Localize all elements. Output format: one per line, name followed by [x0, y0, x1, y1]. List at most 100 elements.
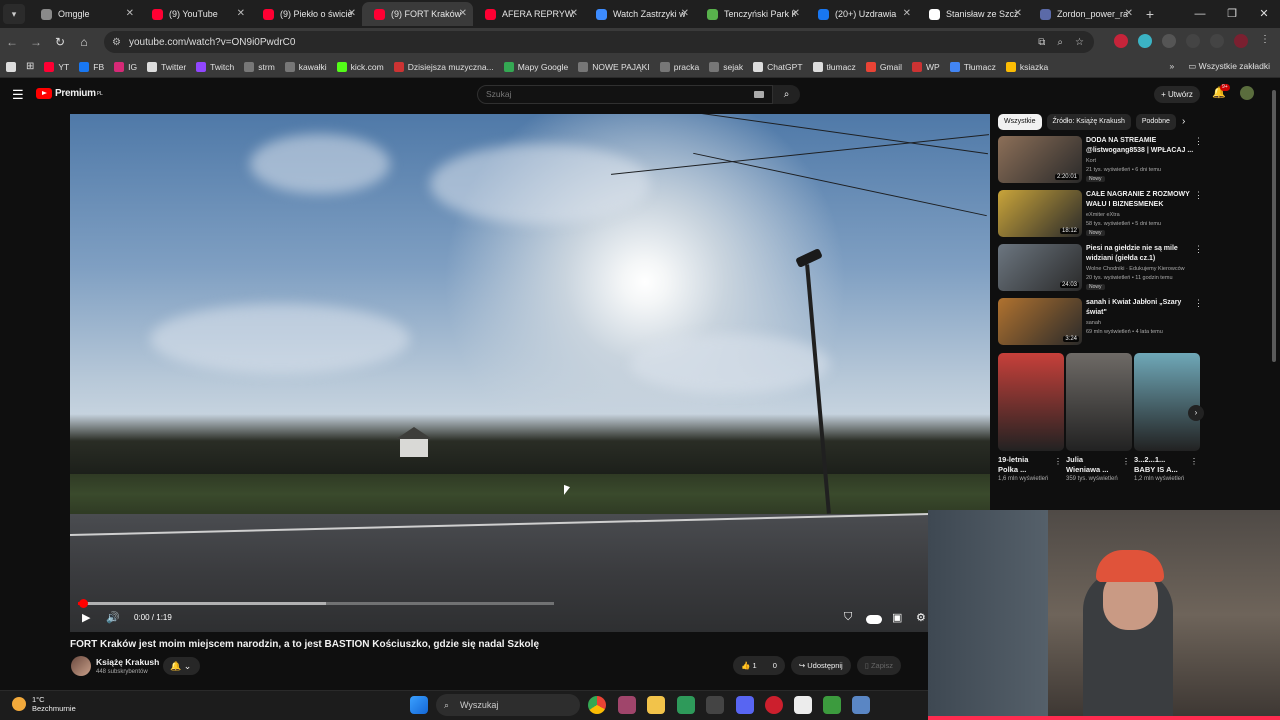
home-icon[interactable]: ⌂	[72, 35, 96, 49]
browser-tab[interactable]: (9) YouTube ✕	[140, 2, 251, 26]
file-explorer-icon[interactable]	[647, 696, 665, 714]
back-icon[interactable]: ←	[0, 35, 24, 49]
media-icon[interactable]	[1210, 34, 1224, 48]
bookmark-item[interactable]: pracka	[659, 61, 699, 72]
play-icon[interactable]: ▶	[82, 611, 90, 624]
bookmark-item[interactable]: Tłumacz	[949, 61, 996, 72]
extension-icon[interactable]	[1138, 34, 1152, 48]
bookmark-item[interactable]: WP	[912, 61, 940, 72]
more-options-icon[interactable]: ⋮	[1194, 136, 1203, 147]
tab-close-icon[interactable]: ✕	[348, 8, 356, 19]
opera-icon[interactable]	[765, 696, 783, 714]
dislike-button[interactable]: 0	[773, 661, 777, 670]
app-icon[interactable]	[823, 696, 841, 714]
forward-icon[interactable]: →	[24, 35, 48, 49]
bookmark-item[interactable]: ksiazka	[1005, 61, 1048, 72]
browser-tab[interactable]: Zordon_power_ra ✕	[1028, 2, 1139, 26]
photos-app-icon[interactable]	[618, 696, 636, 714]
more-options-icon[interactable]: ⋮	[1122, 457, 1130, 466]
autoplay-toggle[interactable]	[866, 615, 882, 624]
bookmark-item[interactable]: sejak	[709, 61, 743, 72]
tab-close-icon[interactable]: ✕	[570, 8, 578, 19]
tab-close-icon[interactable]: ✕	[903, 8, 911, 19]
browser-tab[interactable]: Watch Zastrzyki w ✕	[584, 2, 695, 26]
tab-close-icon[interactable]: ✕	[792, 8, 800, 19]
taskbar-search-input[interactable]: ⌕ Wyszukaj	[436, 694, 580, 716]
extension-icon[interactable]	[1162, 34, 1176, 48]
recommended-channel[interactable]: sanah	[1086, 320, 1101, 326]
bookmark-item[interactable]: FB	[79, 61, 104, 72]
minimize-icon[interactable]: —	[1184, 0, 1216, 28]
recommended-video[interactable]: 18:12 CAŁE NAGRANIE Z ROZMOWY WAŁU I BIZN…	[998, 190, 1203, 240]
save-button[interactable]: ▯ Zapisz	[856, 656, 902, 675]
profile-icon[interactable]	[1234, 34, 1248, 48]
windows-start-icon[interactable]	[410, 696, 428, 714]
video-thumbnail[interactable]: 24:03	[998, 244, 1082, 291]
video-thumbnail[interactable]: 2:20:01	[998, 136, 1082, 183]
search-button[interactable]: ⌕	[773, 85, 800, 104]
short-item[interactable]: 19-letnia Polka ... 1,6 mln wyświetleń ⋮	[998, 353, 1064, 483]
short-thumbnail[interactable]	[998, 353, 1064, 451]
sidebar-toggle-icon[interactable]	[6, 61, 16, 72]
tab-close-icon[interactable]: ✕	[681, 8, 689, 19]
zoom-icon[interactable]: ⌕	[1057, 37, 1063, 48]
recommended-title[interactable]: Piesi na giełdzie nie są mile widziani (…	[1086, 244, 1194, 263]
weather-widget[interactable]: 1°C Bezchmurnie	[12, 695, 76, 713]
channel-name[interactable]: Książę Krakush	[96, 657, 159, 667]
recommended-channel[interactable]: Kort	[1086, 158, 1096, 164]
record-extension-icon[interactable]	[1114, 34, 1128, 48]
tab-close-icon[interactable]: ✕	[126, 8, 134, 19]
recommended-video[interactable]: 3:24 sanah i Kwiat Jabłoni „Szary świat" s…	[998, 298, 1203, 348]
video-thumbnail[interactable]: 18:12	[998, 190, 1082, 237]
tab-close-icon[interactable]: ✕	[1014, 8, 1022, 19]
calculator-icon[interactable]	[852, 696, 870, 714]
short-thumbnail[interactable]	[1066, 353, 1132, 451]
more-bookmarks-icon[interactable]: »	[1170, 61, 1175, 72]
browser-tab[interactable]: (9) FORT Kraków j ✕	[362, 2, 473, 26]
filter-chip[interactable]: Podobne	[1135, 114, 1176, 130]
video-player[interactable]: ▶ 🔊 0:00 / 1:19 ⛉ ▣ ⚙	[70, 114, 990, 632]
recommended-channel[interactable]: Wolne Chodniki · Edukujemy Kierowców	[1086, 266, 1185, 272]
create-button[interactable]: + Utwórz	[1154, 86, 1200, 103]
recommended-video[interactable]: 2:20:01 DODA NA STREAMIE @listwogang8538 …	[998, 136, 1203, 186]
tab-search-icon[interactable]: ▾	[3, 4, 25, 24]
hamburger-menu-icon[interactable]: ☰	[12, 87, 24, 103]
page-scrollbar[interactable]	[1272, 90, 1276, 362]
short-thumbnail[interactable]	[1134, 353, 1200, 451]
install-app-icon[interactable]: ⧉	[1038, 37, 1045, 48]
subtitles-icon[interactable]: ▣	[892, 611, 902, 624]
browser-tab[interactable]: (9) Piekło o świcie ✕	[251, 2, 362, 26]
bookmark-item[interactable]: IG	[114, 61, 137, 72]
bookmark-item[interactable]: Mapy Google	[503, 61, 568, 72]
url-field[interactable]: ⚙ youtube.com/watch?v=ON9i0PwdrC0 ⧉ ⌕ ☆	[104, 31, 1094, 53]
browser-tab[interactable]: (20+) Uzdrawia ✕	[806, 2, 917, 26]
close-window-icon[interactable]: ✕	[1248, 0, 1280, 28]
chevron-right-icon[interactable]: ›	[1182, 116, 1185, 127]
bookmark-item[interactable]: kick.com	[336, 61, 384, 72]
all-bookmarks-button[interactable]: ▭ Wszystkie zakładki	[1188, 61, 1270, 72]
site-info-icon[interactable]: ⚙	[112, 37, 121, 48]
tab-close-icon[interactable]: ✕	[459, 8, 467, 19]
app-icon[interactable]	[706, 696, 724, 714]
more-options-icon[interactable]: ⋮	[1194, 190, 1203, 201]
shorts-next-icon[interactable]: ›	[1188, 405, 1204, 421]
discord-icon[interactable]	[736, 696, 754, 714]
filter-chip[interactable]: Wszystkie	[998, 114, 1042, 130]
keyboard-icon[interactable]	[754, 91, 764, 98]
search-input[interactable]: Szukaj	[477, 85, 773, 104]
subscription-bell-button[interactable]: 🔔 ⌄	[163, 657, 200, 675]
bookmark-star-icon[interactable]: ☆	[1075, 37, 1084, 48]
video-progress-bar[interactable]	[78, 599, 554, 608]
bookmark-item[interactable]: Dzisiejsza muzyczna...	[393, 61, 494, 72]
bookmark-item[interactable]: Twitch	[196, 61, 234, 72]
account-avatar[interactable]	[1240, 86, 1254, 100]
browser-tab[interactable]: Omggle ✕	[29, 2, 140, 26]
notion-icon[interactable]	[794, 696, 812, 714]
youtube-logo[interactable]: Premium PL	[36, 88, 103, 99]
tab-close-icon[interactable]: ✕	[1125, 8, 1133, 19]
sponsor-shield-icon[interactable]: ⛉	[844, 611, 852, 624]
new-tab-button[interactable]: +	[1139, 6, 1161, 22]
bookmark-item[interactable]: Twitter	[147, 61, 186, 72]
short-item[interactable]: Julia Wieniawa ... 359 tys. wyświetleń ⋮	[1066, 353, 1132, 483]
scrubber-handle[interactable]	[78, 599, 88, 608]
